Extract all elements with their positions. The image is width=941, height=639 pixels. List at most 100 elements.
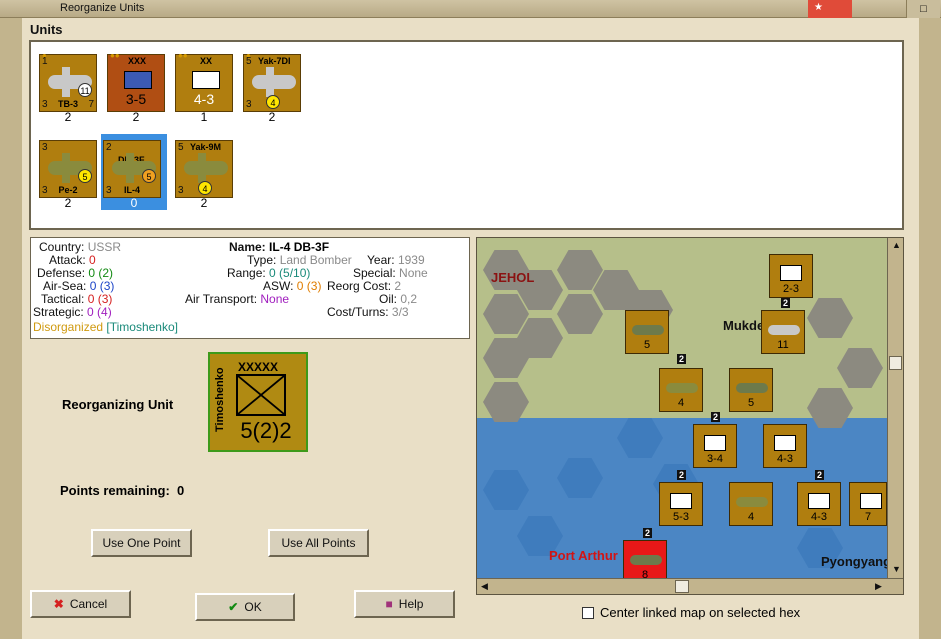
map-counter[interactable]: 4-3	[763, 424, 807, 468]
flag-tab[interactable]: ★	[808, 0, 852, 18]
map-counter[interactable]: 5	[625, 310, 669, 354]
unit-count: 2	[200, 196, 208, 210]
rocket-artillery-icon	[774, 435, 796, 451]
unit-strength: 3-5	[125, 91, 147, 107]
map-counter[interactable]: 5-3	[659, 482, 703, 526]
unit-counter: ● 5 Yak-7DI 4 3	[243, 51, 301, 112]
window-close-button[interactable]: □	[906, 0, 940, 18]
unit-counter: 5 Yak-9M 4 3	[175, 140, 233, 198]
infantry-symbol-icon	[670, 493, 692, 509]
unit-card-tb3[interactable]: ● 1 11 3 TB-3 7 2	[37, 48, 99, 124]
map-counter[interactable]: 4-3	[797, 482, 841, 526]
scroll-left-icon[interactable]: ◀	[481, 581, 488, 592]
asw-value: 0 (3)	[296, 279, 322, 293]
country-row: Country: USSR	[39, 240, 122, 254]
unit-counter: 3 5 3 Pe-2	[39, 140, 97, 198]
unit-badge: 11	[78, 83, 92, 97]
center-map-label: Center linked map on selected hex	[600, 605, 801, 620]
map-counter[interactable]: 2-3	[769, 254, 813, 298]
name-row: Name: IL-4 DB-3F	[229, 240, 330, 254]
map-counter[interactable]: 11	[761, 310, 805, 354]
plane-icon	[736, 383, 768, 393]
stack-count-badge: 2	[711, 412, 721, 422]
cancel-button[interactable]: ✖ Cancel	[30, 590, 131, 618]
center-map-checkbox[interactable]	[582, 607, 594, 619]
ok-button[interactable]: ✔ OK	[195, 593, 295, 621]
cavalry-symbol-icon	[704, 435, 726, 451]
year-value: 1939	[397, 253, 425, 267]
unit-card-il4[interactable]: 2 DB-3F 5 3 IL-4 0	[101, 134, 167, 210]
unit-defense: 3	[246, 99, 252, 110]
unit-card-mongol[interactable]: ●● XXX 3-5 2	[105, 48, 167, 124]
cavalry-symbol-icon	[124, 71, 152, 89]
plane-icon	[630, 555, 662, 565]
unit-card-yak9m[interactable]: 5 Yak-9M 4 3 2	[173, 134, 235, 210]
unit-range: 7	[88, 99, 94, 110]
map-counter[interactable]: 4	[659, 368, 703, 412]
supply-icon: ●●	[178, 51, 188, 60]
unit-name: Pe-2	[58, 185, 78, 195]
scroll-thumb[interactable]	[889, 356, 902, 370]
unit-size: XX	[200, 56, 213, 66]
x-icon: ✖	[53, 597, 64, 611]
stack-count-badge: 2	[815, 470, 825, 480]
unit-info-panel: Country: USSR Attack: 0 Defense: 0 (2) A…	[30, 237, 470, 339]
scroll-down-icon[interactable]: ▼	[892, 564, 901, 574]
special-value: None	[399, 266, 428, 280]
reorganizing-unit-counter[interactable]: XXXXX Timoshenko 5(2)2	[208, 352, 308, 452]
map-horizontal-scrollbar[interactable]: ◀ ▶	[477, 578, 903, 594]
unit-count: 2	[132, 110, 140, 124]
defense-value: 0 (2)	[88, 266, 114, 280]
plane-icon	[632, 325, 664, 335]
unit-name: Yak-7DI	[258, 56, 291, 66]
attack-value: 0	[89, 253, 96, 267]
unit-counter: ●● XXX 3-5	[107, 51, 165, 112]
airsea-row: Air-Sea: 0 (3)	[43, 279, 115, 293]
map-counter[interactable]: 4	[729, 482, 773, 526]
unit-count: 2	[64, 110, 72, 124]
plane-icon	[184, 153, 228, 183]
stack-count-badge: 2	[643, 528, 653, 538]
special-row: Special: None	[353, 266, 428, 280]
year-row: Year: 1939	[367, 253, 425, 267]
air-transport-value: None	[260, 292, 290, 306]
map-vertical-scrollbar[interactable]: ▲ ▼	[887, 238, 903, 578]
scroll-right-icon[interactable]: ▶	[875, 581, 882, 592]
linked-map[interactable]: JEHOL Mukden Port Arthur Pyongyang 2-3 5…	[476, 237, 904, 595]
unit-card-yak7di[interactable]: ● 5 Yak-7DI 4 3 2	[241, 48, 303, 124]
reorg-row: Reorg Cost: 2	[327, 279, 402, 293]
defense-row: Defense: 0 (2)	[37, 266, 114, 280]
points-remaining-value: 0	[177, 483, 185, 498]
status-row: Disorganized [Timoshenko]	[33, 320, 178, 334]
center-map-option[interactable]: Center linked map on selected hex	[582, 605, 800, 620]
unit-strength: 4-3	[193, 91, 215, 107]
hq-symbol-icon	[236, 374, 286, 416]
unit-count: 1	[200, 110, 208, 124]
scroll-up-icon[interactable]: ▲	[892, 240, 901, 250]
unit-card-katyusha[interactable]: ●● XX 4-3 1	[173, 48, 235, 124]
unit-attack: 5	[246, 56, 252, 67]
tactical-row: Tactical: 0 (3)	[41, 292, 113, 306]
unit-name: Yak-9M	[190, 142, 222, 152]
help-button[interactable]: ■ Help	[354, 590, 455, 618]
unit-count: 0	[130, 196, 138, 210]
unit-card-pe2[interactable]: 3 5 3 Pe-2 2	[37, 134, 99, 210]
map-counter[interactable]: 5	[729, 368, 773, 412]
supply-icon: ●●	[110, 51, 120, 60]
use-one-point-button[interactable]: Use One Point	[91, 529, 192, 557]
map-counter[interactable]: 7	[849, 482, 887, 526]
book-icon: ■	[385, 597, 393, 611]
unit-attack: 3	[42, 142, 48, 153]
plane-icon	[736, 497, 768, 507]
scroll-thumb[interactable]	[675, 580, 689, 593]
points-remaining-label: Points remaining: 0	[60, 483, 185, 498]
unit-defense: 3	[178, 185, 184, 196]
country-value: USSR	[87, 240, 122, 254]
use-all-points-button[interactable]: Use All Points	[268, 529, 369, 557]
map-place-jehol: JEHOL	[491, 270, 535, 285]
status-text: Disorganized	[33, 320, 104, 334]
counter-strength: 5(2)2	[240, 418, 292, 443]
tactical-value: 0 (3)	[87, 292, 113, 306]
map-counter[interactable]: 3-4	[693, 424, 737, 468]
unit-badge: 5	[78, 169, 92, 183]
